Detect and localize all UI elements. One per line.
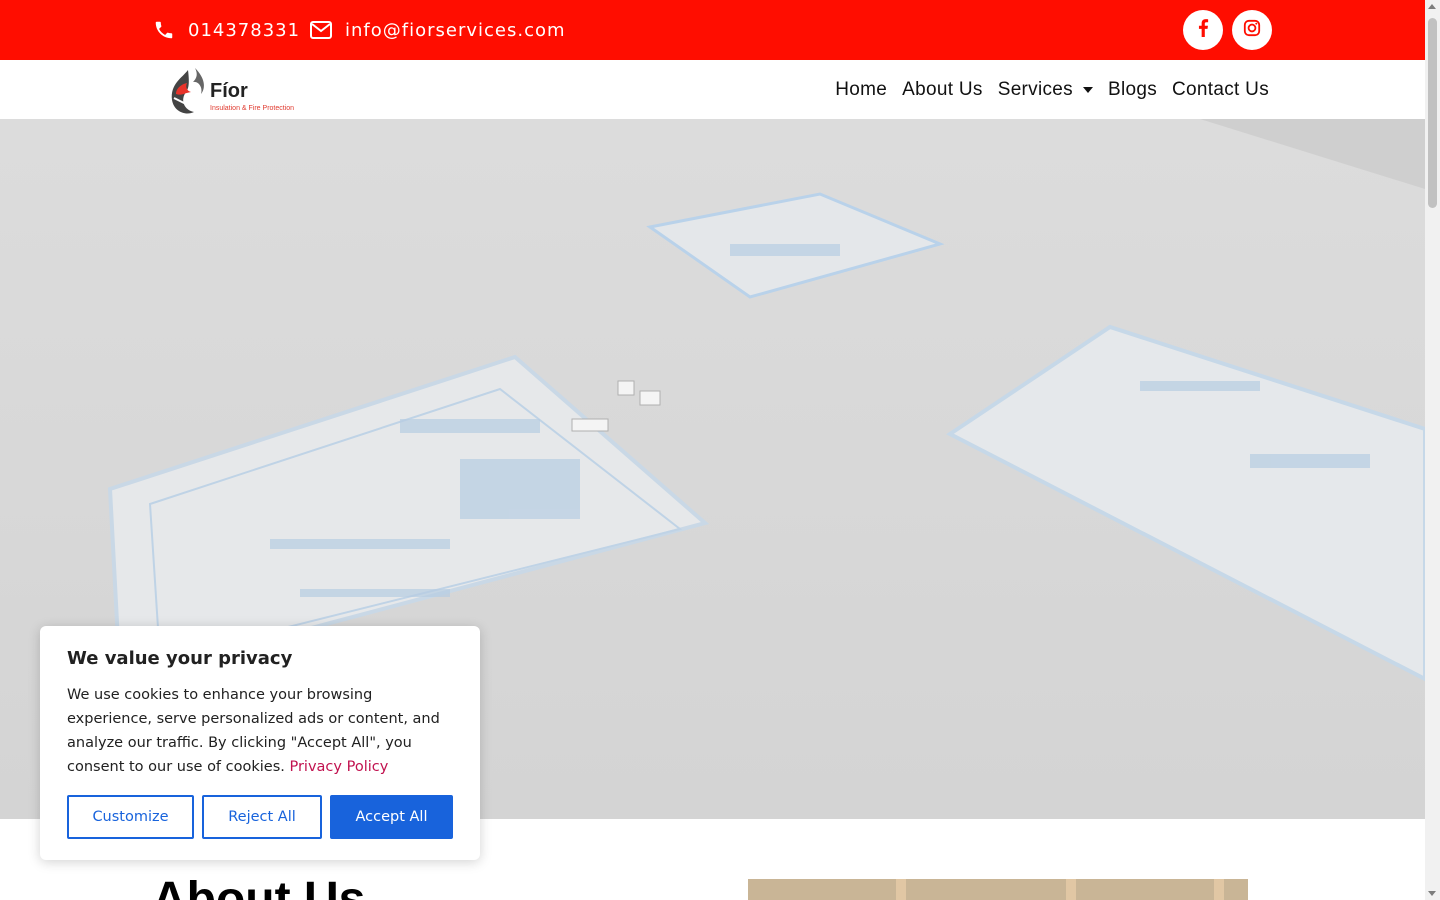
logo-tagline: Insulation & Fire Protection (210, 105, 295, 112)
email-contact[interactable]: info@fiorservices.com (309, 0, 566, 60)
image-stud (1214, 879, 1224, 900)
accept-all-button[interactable]: Accept All (330, 795, 453, 839)
logo-name: Fíor (210, 80, 248, 102)
reject-all-button[interactable]: Reject All (202, 795, 322, 839)
cookie-consent-dialog: We value your privacy We use cookies to … (40, 626, 480, 860)
privacy-policy-link[interactable]: Privacy Policy (289, 759, 388, 775)
phone-icon (152, 18, 176, 42)
image-stud (896, 879, 906, 900)
main-nav: Home About Us Services Blogs Contact Us (835, 60, 1269, 119)
phone-contact[interactable]: 014378331 (152, 0, 300, 60)
nav-home[interactable]: Home (835, 79, 887, 101)
facebook-icon (1197, 19, 1209, 41)
cookie-description: We use cookies to enhance your browsing … (67, 683, 457, 779)
main-header: Fíor Insulation & Fire Protection Home A… (0, 60, 1425, 119)
instagram-icon (1243, 19, 1261, 41)
page-scrollbar[interactable] (1425, 0, 1440, 900)
envelope-icon (309, 18, 333, 42)
caret-down-icon (1082, 86, 1093, 93)
top-bar: 014378331 info@fiorservices.com (0, 0, 1425, 60)
scroll-thumb[interactable] (1428, 18, 1437, 208)
about-heading: About Us (152, 873, 366, 900)
nav-services[interactable]: Services (998, 79, 1093, 101)
flame-logo-icon (171, 68, 204, 114)
site-logo[interactable]: Fíor Insulation & Fire Protection (168, 64, 294, 118)
cookie-title: We value your privacy (67, 648, 293, 669)
nav-blogs[interactable]: Blogs (1108, 79, 1157, 101)
phone-number: 014378331 (188, 19, 301, 41)
instagram-link[interactable] (1232, 10, 1272, 50)
customize-button[interactable]: Customize (67, 795, 194, 839)
email-address: info@fiorservices.com (345, 19, 566, 41)
about-insulation-image (748, 879, 1248, 900)
image-stud (1066, 879, 1076, 900)
scroll-down-arrow-icon[interactable] (1428, 891, 1436, 896)
scroll-up-arrow-icon[interactable] (1428, 4, 1436, 9)
facebook-link[interactable] (1183, 10, 1223, 50)
nav-services-label: Services (997, 78, 1073, 100)
nav-contact-us[interactable]: Contact Us (1172, 79, 1269, 101)
nav-about-us[interactable]: About Us (902, 79, 983, 101)
